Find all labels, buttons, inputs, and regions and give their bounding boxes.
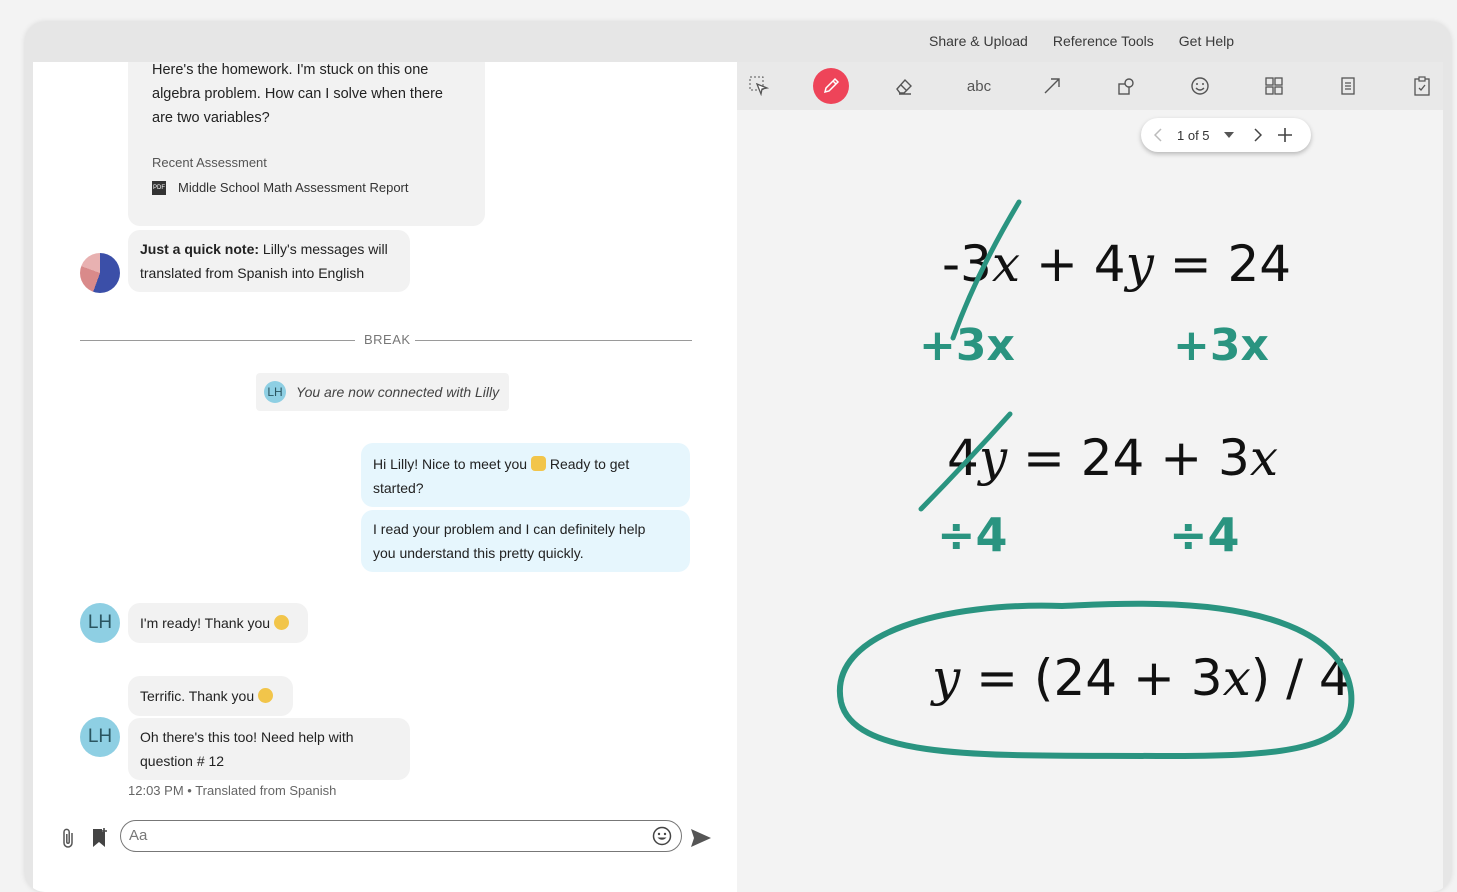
menu-get-help[interactable]: Get Help — [1179, 33, 1234, 49]
tutor-message-greeting: Hi Lilly! Nice to meet you Ready to get … — [361, 443, 690, 507]
eq1-coef: -3 — [942, 235, 992, 293]
tutor-message-help: I read your problem and I can definitely… — [361, 510, 690, 572]
thumbs-up-emoji — [258, 688, 274, 703]
whiteboard[interactable]: abc 1 of 5 -3x + 4y = 24 4y = 24 + 3x y … — [737, 62, 1443, 892]
paperclip-icon[interactable] — [58, 826, 78, 850]
message-meta: 12:03 PM • Translated from Spanish — [128, 783, 336, 798]
eq3-var-x: x — [1222, 649, 1251, 707]
layout-icon[interactable] — [1256, 68, 1292, 104]
input-placeholder: Aa — [129, 827, 148, 844]
pdf-icon: PDF — [152, 181, 166, 195]
help-text-2: you understand this pretty quickly. — [373, 545, 584, 561]
wave-emoji — [530, 456, 546, 471]
connected-avatar: LH — [264, 381, 286, 403]
text-tool[interactable]: abc — [959, 68, 999, 104]
app-window: Share & Upload Reference Tools Get Help … — [25, 22, 1451, 892]
student-homework-message: Here's the homework. I'm stuck on this o… — [128, 62, 485, 226]
pray-emoji — [273, 615, 289, 630]
menu-share-upload[interactable]: Share & Upload — [929, 33, 1028, 49]
report-attachment[interactable]: PDF Middle School Math Assessment Report — [152, 176, 409, 200]
annotation-div4-left: ÷4 — [937, 508, 1008, 562]
page-dropdown-icon[interactable] — [1223, 129, 1235, 141]
eq2-var-y: y — [978, 429, 1008, 487]
student-avatar: LH — [80, 603, 120, 643]
message-input[interactable]: Aa — [120, 820, 682, 852]
prev-page-icon[interactable] — [1151, 127, 1165, 143]
eq3-b: ) / 4 — [1250, 649, 1351, 707]
message-time: 12:03 PM — [128, 783, 184, 798]
eq2-var-x: x — [1249, 429, 1279, 487]
connected-notice: LH You are now connected with Lilly — [256, 373, 509, 411]
send-icon[interactable] — [689, 826, 713, 850]
eq3-a: = (24 + 3 — [960, 649, 1223, 707]
menu-reference-tools[interactable]: Reference Tools — [1053, 33, 1154, 49]
pencil-icon[interactable] — [813, 68, 849, 104]
next-page-icon[interactable] — [1251, 127, 1265, 143]
equation-3: y = (24 + 3x) / 4 — [932, 649, 1351, 707]
note-text: Lilly's messages will — [259, 241, 388, 257]
connected-text: You are now connected with Lilly — [296, 384, 500, 400]
terrific-text: Terrific. Thank you — [140, 688, 255, 704]
ready-text: I'm ready! Thank you — [140, 615, 271, 631]
whiteboard-toolbar: abc — [737, 62, 1443, 110]
composer: Aa — [33, 820, 737, 860]
note-text-line2: translated from Spanish into English — [140, 265, 365, 281]
bookmark-add-icon[interactable] — [90, 826, 110, 850]
page-navigator: 1 of 5 — [1141, 118, 1311, 152]
break-divider: BREAK — [80, 331, 692, 351]
notes-icon[interactable] — [1330, 68, 1366, 104]
eq3-var-y: y — [932, 649, 961, 707]
text-tool-label: abc — [966, 77, 992, 95]
greeting-text-2: started? — [373, 480, 424, 496]
equation-2: 4y = 24 + 3x — [947, 429, 1278, 487]
annotation-plus3x-left: +3x — [919, 320, 1015, 371]
terrific-message: Terrific. Thank you — [128, 676, 293, 716]
equation-1: -3x + 4y = 24 — [942, 235, 1291, 293]
question-text-2: question # 12 — [140, 753, 225, 769]
translated-label: Translated from Spanish — [195, 783, 337, 798]
arrow-icon[interactable] — [1034, 68, 1070, 104]
eq2-coef: 4 — [947, 429, 979, 487]
message-line: are two variables? — [152, 110, 270, 126]
break-label: BREAK — [364, 332, 411, 347]
eq1-mid: + 4 — [1020, 235, 1126, 293]
question-message: Oh there's this too! Need help with ques… — [128, 718, 410, 780]
recent-assessment-label: Recent Assessment — [152, 155, 267, 170]
system-avatar — [80, 253, 120, 293]
page-indicator: 1 of 5 — [1177, 128, 1210, 143]
eq1-var-x: x — [991, 235, 1021, 293]
add-page-icon[interactable] — [1276, 126, 1294, 144]
greeting-text: Hi Lilly! Nice to meet you — [373, 456, 528, 472]
translation-note: Just a quick note: Lilly's messages will… — [128, 230, 410, 292]
clipboard-icon[interactable] — [1404, 68, 1440, 104]
question-text-1: Oh there's this too! Need help with — [140, 729, 354, 745]
report-name: Middle School Math Assessment Report — [178, 180, 409, 195]
eq1-right: = 24 — [1153, 235, 1292, 293]
chat-panel: Here's the homework. I'm stuck on this o… — [33, 62, 737, 892]
help-text-1: I read your problem and I can definitely… — [373, 521, 646, 537]
message-line: algebra problem. How can I solve when th… — [152, 86, 443, 102]
eq2-right: = 24 + 3 — [1007, 429, 1250, 487]
annotation-div4-right: ÷4 — [1169, 508, 1240, 562]
message-line: Here's the homework. I'm stuck on this o… — [152, 62, 429, 78]
top-menu: Share & Upload Reference Tools Get Help — [929, 33, 1234, 49]
top-bar: Share & Upload Reference Tools Get Help — [25, 22, 1451, 62]
student-ready-message: I'm ready! Thank you — [128, 603, 308, 643]
emoji-picker-icon[interactable] — [651, 825, 673, 847]
student-avatar: LH — [80, 717, 120, 757]
eraser-icon[interactable] — [886, 68, 922, 104]
annotation-plus3x-right: +3x — [1173, 320, 1269, 371]
note-bold: Just a quick note: — [140, 241, 260, 257]
eq1-var-y: y — [1125, 235, 1154, 293]
shapes-icon[interactable] — [1108, 68, 1144, 104]
select-tool-icon[interactable] — [741, 68, 777, 104]
greeting-text-b: Ready to get — [549, 456, 630, 472]
emoji-icon[interactable] — [1182, 68, 1218, 104]
